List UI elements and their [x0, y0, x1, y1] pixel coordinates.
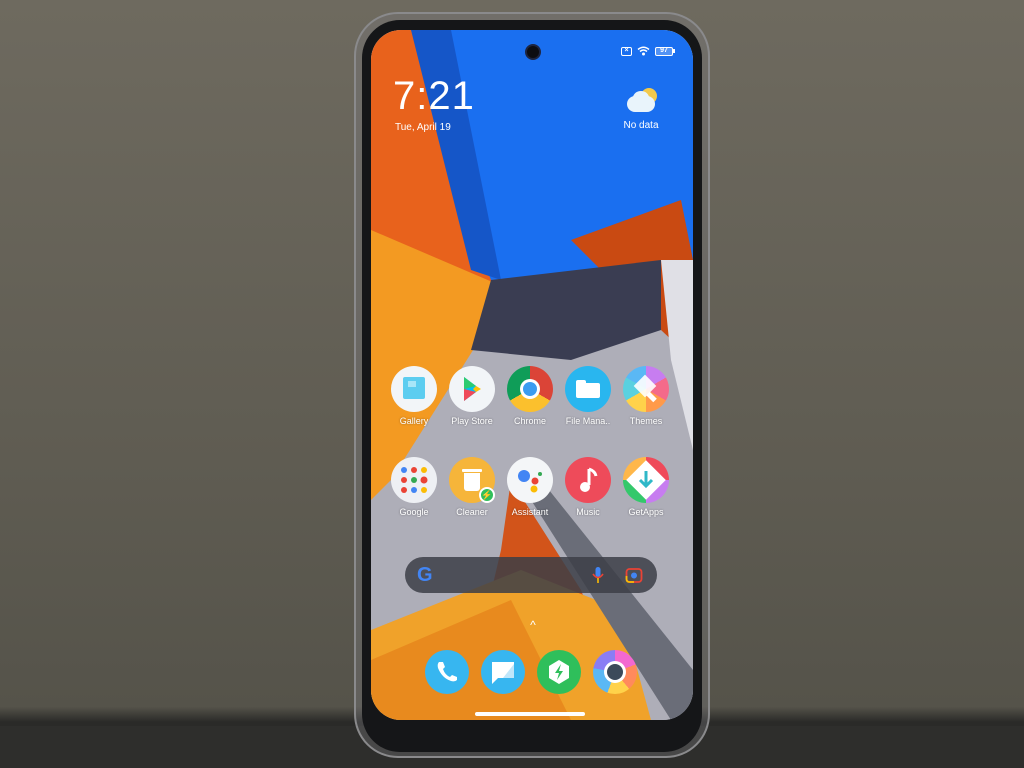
sim-card-x-icon: × — [621, 46, 632, 56]
download-arrow-icon — [623, 457, 669, 503]
clock-time[interactable]: 7:21 — [393, 76, 475, 116]
gesture-home-bar[interactable] — [475, 712, 585, 716]
partly-cloudy-icon — [621, 86, 661, 118]
trash-bin-icon: ⚡ — [449, 457, 495, 503]
google-search-bar[interactable]: G — [405, 557, 657, 593]
battery-indicator: 97 — [655, 46, 675, 56]
phone-icon[interactable] — [425, 650, 469, 694]
app-themes[interactable]: Themes — [617, 366, 675, 426]
wifi-icon — [637, 46, 650, 56]
themes-brush-icon — [623, 366, 669, 412]
app-file-manager[interactable]: File Mana.. — [559, 366, 617, 426]
app-getapps[interactable]: GetApps — [617, 457, 675, 517]
app-grid-row-1: Gallery Play Store Chrome File Mana.. Th… — [385, 366, 675, 426]
play-store-icon — [449, 366, 495, 412]
weather-label: No data — [623, 120, 659, 131]
microphone-icon[interactable] — [589, 566, 607, 584]
status-bar: × 97 — [621, 46, 675, 56]
front-camera — [525, 44, 541, 60]
home-screen: × 97 7:21 Tue, April 19 No data Gallery — [371, 30, 693, 720]
app-label: Play Store — [451, 416, 493, 426]
google-lens-icon[interactable] — [625, 566, 643, 584]
folder-icon — [565, 366, 611, 412]
app-label: Chrome — [513, 416, 546, 426]
app-label: Gallery — [399, 416, 429, 426]
app-music[interactable]: Music — [559, 457, 617, 517]
app-label: GetApps — [628, 507, 664, 517]
app-label: Assistant — [511, 507, 549, 517]
clock-date[interactable]: Tue, April 19 — [395, 122, 451, 133]
music-note-icon — [565, 457, 611, 503]
app-gallery[interactable]: Gallery — [385, 366, 443, 426]
battery-tip — [673, 49, 675, 53]
assistant-dots-icon — [507, 457, 553, 503]
app-assistant[interactable]: Assistant — [501, 457, 559, 517]
app-label: File Mana.. — [565, 416, 611, 426]
gallery-icon — [391, 366, 437, 412]
app-cleaner[interactable]: ⚡ Cleaner — [443, 457, 501, 517]
camera-icon[interactable] — [593, 650, 637, 694]
app-label: Themes — [629, 416, 663, 426]
google-logo-icon: G — [417, 564, 433, 586]
app-label: Cleaner — [456, 507, 488, 517]
dock — [425, 650, 637, 694]
app-grid-row-2: Google ⚡ Cleaner Assistant Music GetApps — [385, 457, 675, 517]
message-icon[interactable] — [481, 650, 525, 694]
weather-widget[interactable]: No data — [611, 86, 671, 131]
app-drawer-arrow[interactable]: ^ — [523, 618, 543, 632]
app-play-store[interactable]: Play Store — [443, 366, 501, 426]
app-label: Google — [399, 507, 429, 517]
app-label: Music — [576, 507, 600, 517]
app-google-folder[interactable]: Google — [385, 457, 443, 517]
battery-level: 97 — [655, 46, 673, 56]
google-folder-icon — [391, 457, 437, 503]
security-bolt-icon[interactable] — [537, 650, 581, 694]
app-chrome[interactable]: Chrome — [501, 366, 559, 426]
chrome-icon — [507, 366, 553, 412]
